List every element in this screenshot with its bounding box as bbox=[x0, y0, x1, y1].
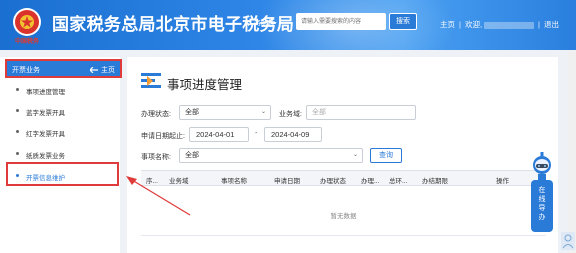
column-header: 事项名称 bbox=[221, 178, 247, 185]
highlight-box-item bbox=[6, 162, 119, 186]
main-panel: 事项进度管理 办理状态: 全部 ⌄ 业务域: 全部 申请日期起止: 2024-0… bbox=[127, 57, 558, 253]
divider: | bbox=[538, 20, 540, 29]
item-name-label: 事项名称: bbox=[141, 154, 171, 161]
sidebar-item-blue-invoice[interactable]: 蓝字发票开具 bbox=[6, 101, 120, 121]
robot-assistant-icon bbox=[533, 152, 551, 182]
item-name-select[interactable]: 全部 ⌄ bbox=[179, 148, 363, 163]
site-header: 中国税务 国家税务总局北京市电子税务局 务阅读 搜索 主页|欢迎,|退出 bbox=[0, 0, 576, 50]
table-header: 序... 业务域 事项名称 申请日期 办理状态 办理... 总环... 办结期限… bbox=[141, 170, 546, 186]
date-to-input[interactable]: 2024-04-09 bbox=[264, 127, 322, 142]
date-range-label: 申请日期起止: bbox=[141, 133, 185, 140]
read-mode-link[interactable]: 务阅读 bbox=[254, 18, 275, 28]
top-links: 主页 | 欢迎, | 退出 bbox=[440, 19, 559, 30]
empty-state-text: 暂无数据 bbox=[330, 213, 357, 220]
page-title: 事项进度管理 bbox=[167, 77, 243, 92]
bullet-icon bbox=[16, 88, 19, 91]
progress-list-icon bbox=[141, 73, 161, 88]
status-select[interactable]: 全部 ⌄ bbox=[179, 105, 271, 120]
column-header: 办理状态 bbox=[320, 178, 346, 185]
column-header: 操作 bbox=[496, 178, 509, 185]
tax-emblem-icon: 中国税务 bbox=[13, 8, 41, 45]
online-guide-widget[interactable]: 在线导办 bbox=[531, 152, 553, 232]
sidebar-item-red-invoice[interactable]: 红字发票开具 bbox=[6, 122, 120, 142]
status-select-value: 全部 bbox=[185, 109, 199, 116]
logout-link[interactable]: 退出 bbox=[544, 19, 559, 30]
domain-select-value: 全部 bbox=[312, 109, 326, 116]
highlight-box-section bbox=[5, 59, 122, 78]
sidebar-item-progress[interactable]: 事项进度管理 bbox=[6, 80, 120, 100]
search-input[interactable] bbox=[296, 13, 386, 30]
domain-select[interactable]: 全部 bbox=[306, 105, 416, 120]
status-label: 办理状态: bbox=[141, 111, 171, 118]
sidebar-item-label: 纸质发票业务 bbox=[26, 153, 65, 160]
bullet-icon bbox=[16, 130, 19, 133]
seal-text: 中国税务 bbox=[15, 37, 40, 45]
date-separator: - bbox=[255, 130, 258, 137]
column-header: 申请日期 bbox=[274, 178, 300, 185]
guide-label-text: 在线导办 bbox=[538, 187, 546, 221]
sidebar: 开票业务 主页 事项进度管理 蓝字发票开具 红字发票开具 纸质发票业务 开票信息… bbox=[0, 57, 120, 253]
search-button[interactable]: 搜索 bbox=[389, 13, 417, 30]
query-button[interactable]: 查询 bbox=[370, 148, 402, 163]
bullet-icon bbox=[16, 152, 19, 155]
column-header: 业务域 bbox=[169, 178, 189, 185]
home-link[interactable]: 主页 bbox=[440, 19, 455, 30]
sidebar-item-paper-invoice[interactable]: 纸质发票业务 bbox=[6, 144, 120, 164]
column-header: 办理... bbox=[361, 178, 380, 185]
username-redacted bbox=[484, 21, 535, 29]
date-from-input[interactable]: 2024-04-01 bbox=[189, 127, 249, 142]
column-header: 办结期限 bbox=[422, 178, 448, 185]
domain-label: 业务域: bbox=[279, 111, 302, 118]
guide-label: 在线导办 bbox=[531, 186, 553, 222]
column-header: 序... bbox=[146, 178, 158, 185]
divider: | bbox=[459, 20, 461, 29]
welcome-text: 欢迎, bbox=[464, 20, 483, 29]
sidebar-item-label: 事项进度管理 bbox=[26, 89, 65, 96]
user-service-icon[interactable] bbox=[561, 232, 575, 250]
sidebar-item-label: 红字发票开具 bbox=[26, 131, 65, 138]
item-name-select-value: 全部 bbox=[185, 152, 199, 159]
chevron-down-icon: ⌄ bbox=[352, 152, 358, 158]
table-body: 暂无数据 bbox=[141, 186, 546, 236]
column-header: 总环... bbox=[389, 178, 408, 185]
bullet-icon bbox=[16, 109, 19, 112]
sidebar-item-label: 蓝字发票开具 bbox=[26, 110, 65, 117]
chevron-down-icon: ⌄ bbox=[260, 109, 266, 115]
page-scrollbar[interactable] bbox=[568, 50, 576, 253]
